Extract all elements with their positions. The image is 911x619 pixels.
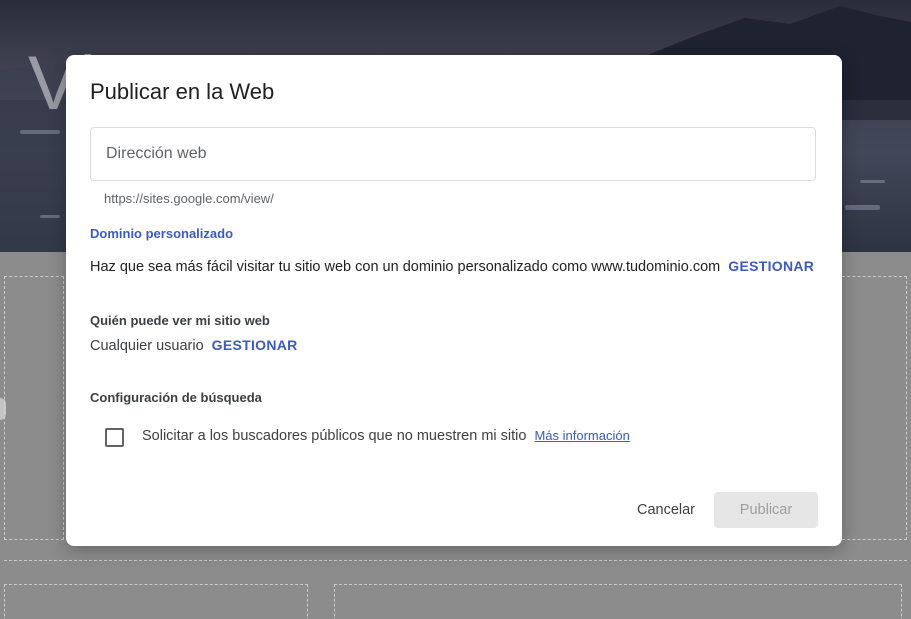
visibility-row: Cualquier usuario GESTIONAR [90, 337, 298, 354]
manage-visibility-button[interactable]: GESTIONAR [212, 337, 298, 353]
more-info-link[interactable]: Más información [534, 428, 629, 443]
publish-button[interactable]: Publicar [714, 492, 818, 528]
publish-dialog: Publicar en la Web https://sites.google.… [66, 55, 842, 546]
custom-domain-description: Haz que sea más fácil visitar tu sitio w… [90, 259, 721, 275]
placeholder-box [4, 584, 308, 619]
divider-line [4, 560, 907, 561]
web-address-field[interactable] [90, 127, 816, 181]
side-handle [0, 398, 6, 420]
custom-domain-row: Haz que sea más fácil visitar tu sitio w… [90, 258, 814, 275]
web-address-helper: https://sites.google.com/view/ [104, 191, 274, 206]
search-settings-heading: Configuración de búsqueda [90, 390, 262, 405]
hide-from-search-row: Solicitar a los buscadores públicos que … [142, 428, 630, 444]
hide-from-search-label[interactable]: Solicitar a los buscadores públicos que … [142, 428, 526, 444]
dialog-title: Publicar en la Web [90, 79, 275, 104]
visibility-value: Cualquier usuario [90, 338, 204, 354]
cancel-button[interactable]: Cancelar [624, 492, 708, 528]
custom-domain-link[interactable]: Dominio personalizado [90, 226, 233, 241]
placeholder-box [4, 276, 64, 540]
hide-from-search-checkbox[interactable] [105, 428, 124, 447]
manage-domain-button[interactable]: GESTIONAR [728, 258, 814, 274]
placeholder-box [842, 276, 907, 540]
placeholder-box [334, 584, 902, 619]
web-address-input[interactable] [91, 128, 815, 180]
visibility-heading: Quién puede ver mi sitio web [90, 313, 270, 328]
page: Vi S t Publicar en la Web https://sites.… [0, 0, 911, 619]
